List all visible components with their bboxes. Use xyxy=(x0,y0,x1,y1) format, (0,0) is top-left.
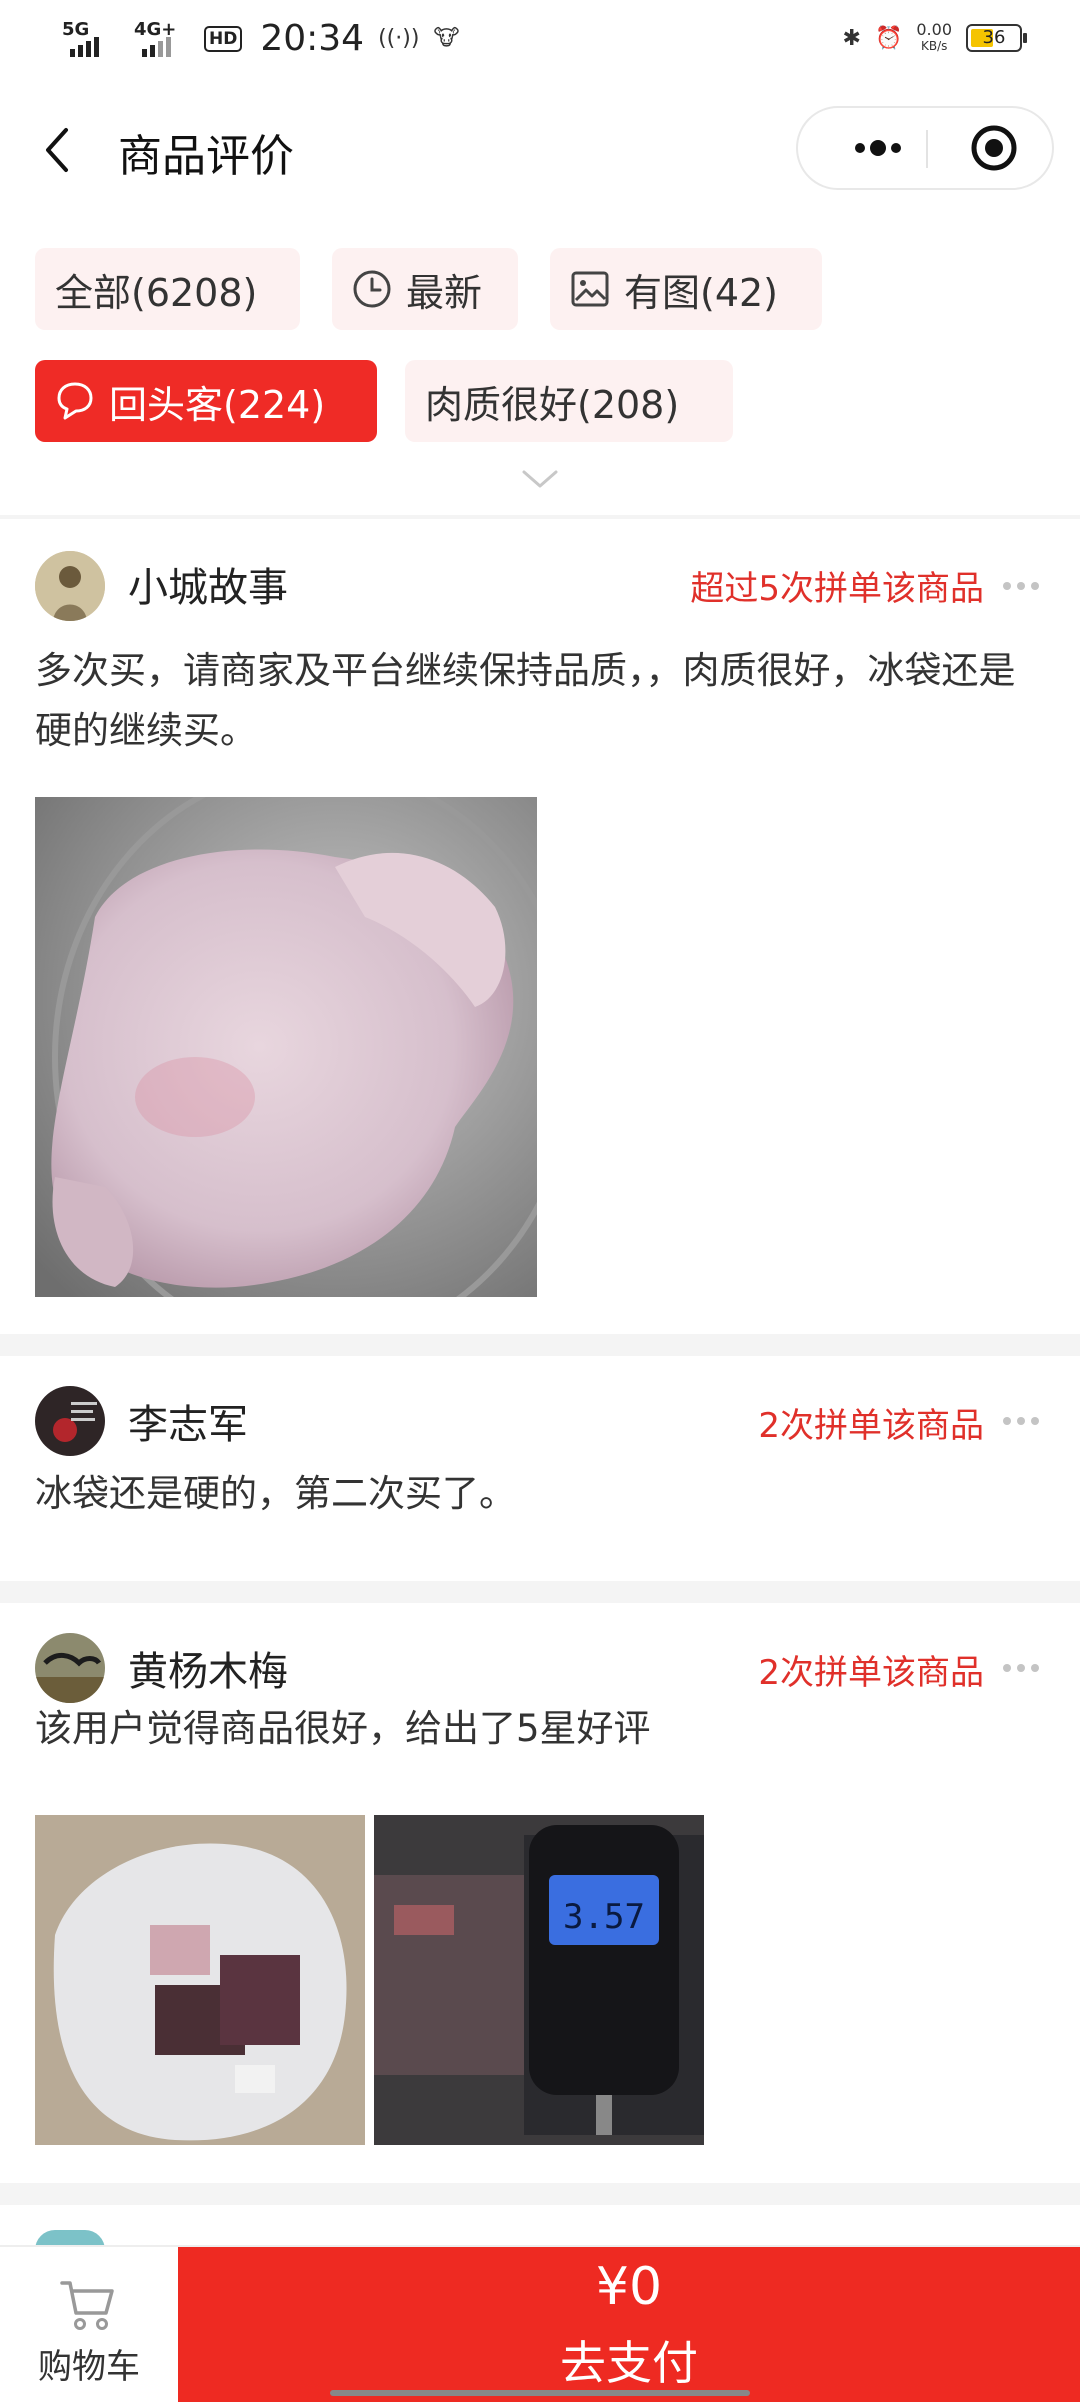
more-dots-icon xyxy=(855,140,901,156)
pay-amount: ¥0 xyxy=(595,2257,663,2317)
review-username: 黄杨木梅 xyxy=(128,1649,288,1695)
network-speed: 0.00 KB/s xyxy=(916,20,952,54)
status-bar: 5G 4G+ HD 20:34 ((·)) 🐮 ✱ ⏰ 0.00 KB/s 36 xyxy=(0,0,1080,80)
shopping-cart-icon xyxy=(60,2281,114,2330)
review-card: 黄杨木梅 2次拼单该商品 该用户觉得商品很好，给出了5星好评 3.57 xyxy=(0,1603,1080,2183)
review-photo-package[interactable] xyxy=(35,1815,365,2145)
filter-chip-label: 肉质很好(208) xyxy=(425,382,680,427)
review-photo-scale[interactable]: 3.57 xyxy=(374,1815,704,2145)
target-close-icon xyxy=(971,125,1017,171)
repurchase-badge: 超过5次拼单该商品 xyxy=(690,569,984,609)
miniapp-capsule xyxy=(796,106,1054,190)
scale-reading: 3.57 xyxy=(563,1897,645,1937)
hotspot-icon: ((·)) xyxy=(378,26,420,51)
filter-chip-returning[interactable]: 回头客(224) xyxy=(35,360,377,442)
filter-chip-label: 全部(6208) xyxy=(55,270,258,315)
home-indicator[interactable] xyxy=(330,2390,750,2396)
review-username: 小城故事 xyxy=(128,565,288,611)
image-icon xyxy=(571,271,609,307)
battery-icon: 36 xyxy=(966,24,1027,52)
mascot-icon: 🐮 xyxy=(433,26,460,51)
cart-label: 购物车 xyxy=(38,2347,140,2387)
filter-chip-meat-quality[interactable]: 肉质很好(208) xyxy=(405,360,733,442)
section-divider xyxy=(0,1334,1080,1356)
section-divider xyxy=(0,1581,1080,1603)
repurchase-badge: 2次拼单该商品 xyxy=(758,1653,984,1693)
filter-chip-with-images[interactable]: 有图(42) xyxy=(550,248,822,330)
expand-filters-chevron-icon[interactable] xyxy=(520,468,560,492)
review-card: 李志军 2次拼单该商品 冰袋还是硬的，第二次买了。 xyxy=(0,1356,1080,1581)
chat-bubble-icon xyxy=(57,382,93,420)
page-title: 商品评价 xyxy=(118,131,294,182)
review-card: 小城故事 超过5次拼单该商品 多次买，请商家及平台继续保持品质，，肉质很好，冰袋… xyxy=(0,519,1080,1334)
pay-button[interactable]: ¥0 去支付 xyxy=(178,2247,1080,2402)
nav-header: 商品评价 xyxy=(0,100,1080,200)
more-dots-icon[interactable] xyxy=(1000,1661,1042,1675)
repurchase-badge: 2次拼单该商品 xyxy=(758,1406,984,1446)
bottom-action-bar: 购物车 ¥0 去支付 xyxy=(0,2245,1080,2402)
more-button[interactable] xyxy=(834,108,922,188)
avatar[interactable] xyxy=(35,1633,105,1703)
filter-chip-label: 回头客(224) xyxy=(109,382,326,427)
signal-5g-icon: 5G xyxy=(60,19,118,59)
chevron-left-icon xyxy=(46,128,68,172)
filter-chip-label: 有图(42) xyxy=(624,270,779,315)
review-text: 冰袋还是硬的，第二次买了。 xyxy=(35,1472,516,1515)
filter-chip-latest[interactable]: 最新 xyxy=(332,248,518,330)
avatar[interactable] xyxy=(35,1386,105,1456)
status-time: 20:34 xyxy=(260,18,365,59)
signal-4g-icon: 4G+ xyxy=(132,19,190,59)
alarm-icon: ⏰ xyxy=(874,25,903,51)
close-miniapp-button[interactable] xyxy=(970,124,1018,172)
filter-chip-label: 最新 xyxy=(406,270,483,315)
filter-chip-all[interactable]: 全部(6208) xyxy=(35,248,300,330)
cart-button[interactable]: 购物车 xyxy=(0,2247,178,2402)
back-button[interactable] xyxy=(38,122,78,178)
avatar[interactable] xyxy=(35,551,105,621)
review-text: 多次买，请商家及平台继续保持品质，，肉质很好，冰袋还是硬的继续买。 xyxy=(35,649,1016,752)
more-dots-icon[interactable] xyxy=(1000,1414,1042,1428)
review-photo-chicken[interactable] xyxy=(35,797,537,1297)
section-divider xyxy=(0,2183,1080,2205)
more-dots-icon[interactable] xyxy=(1000,579,1042,593)
pay-label: 去支付 xyxy=(560,2336,698,2390)
review-text: 该用户觉得商品很好，给出了5星好评 xyxy=(35,1707,651,1750)
review-username: 李志军 xyxy=(128,1402,248,1448)
hd-voice-icon: HD xyxy=(204,25,243,52)
bluetooth-icon: ✱ xyxy=(842,25,861,51)
clock-icon xyxy=(353,270,391,308)
